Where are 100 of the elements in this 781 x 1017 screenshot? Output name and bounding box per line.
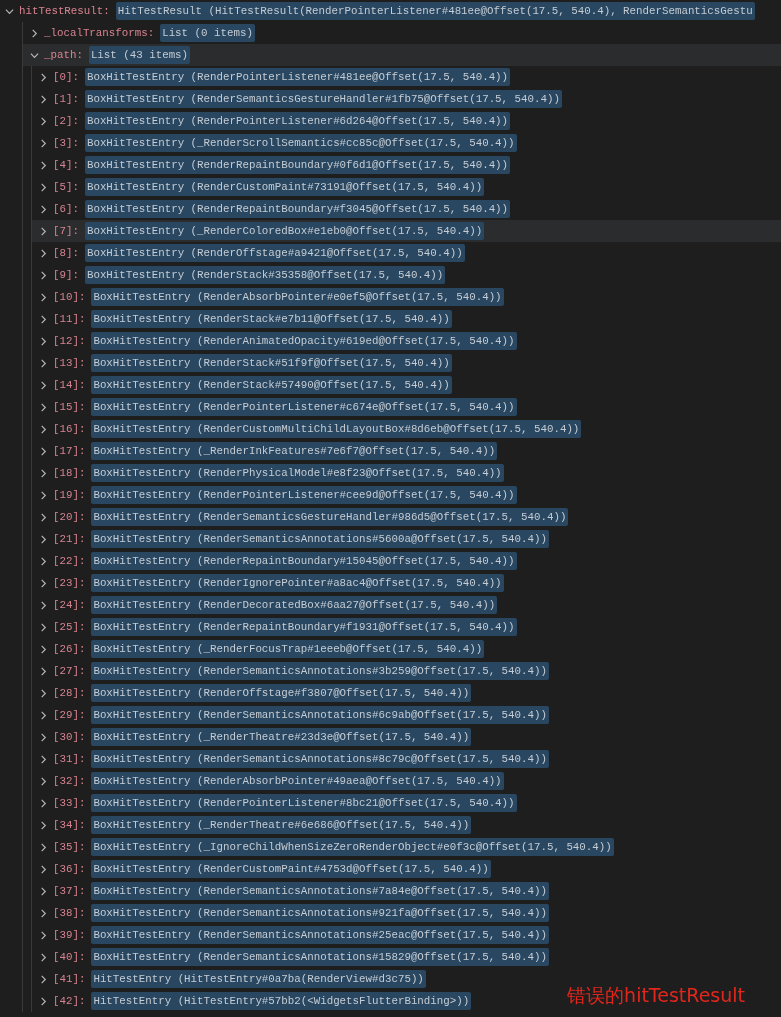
chevron-right-icon[interactable] bbox=[39, 732, 48, 742]
tree-row[interactable]: [21]: BoxHitTestEntry (RenderSemanticsAnnotations#5600a@Offset(17.5, 540.4)) bbox=[32, 528, 549, 550]
tree-row[interactable]: [5]: BoxHitTestEntry (RenderCustomPaint#73191@Offset(17.5, 540.4)) bbox=[32, 176, 485, 198]
chevron-right-icon[interactable] bbox=[39, 710, 48, 720]
tree-row[interactable]: [11]: BoxHitTestEntry (RenderStack#e7b11@Offset(17.5, 540.4)) bbox=[32, 308, 452, 330]
tree-row[interactable]: [10]: BoxHitTestEntry (RenderAbsorbPointer#e0ef5@Offset(17.5, 540.4)) bbox=[32, 286, 504, 308]
tree-row[interactable]: [16]: BoxHitTestEntry (RenderCustomMultiChildLayoutBox#8d6eb@Offset(17.5, 540.4)) bbox=[32, 418, 582, 440]
tree-row[interactable]: [6]: BoxHitTestEntry (RenderRepaintBoundary#f3045@Offset(17.5, 540.4)) bbox=[32, 198, 511, 220]
variable-value: BoxHitTestEntry (RenderSemanticsAnnotations#921fa@Offset(17.5, 540.4)) bbox=[91, 903, 549, 923]
chevron-right-icon[interactable] bbox=[39, 864, 48, 874]
variable-name: [21]: bbox=[53, 531, 86, 547]
chevron-right-icon[interactable] bbox=[39, 270, 48, 280]
tree-row[interactable]: [15]: BoxHitTestEntry (RenderPointerListener#c674e@Offset(17.5, 540.4)) bbox=[32, 396, 517, 418]
tree-row[interactable]: [25]: BoxHitTestEntry (RenderRepaintBoundary#f1931@Offset(17.5, 540.4)) bbox=[32, 616, 517, 638]
chevron-right-icon[interactable] bbox=[39, 820, 48, 830]
tree-row[interactable]: [39]: BoxHitTestEntry (RenderSemanticsAnnotations#25eac@Offset(17.5, 540.4)) bbox=[32, 924, 549, 946]
tree-row[interactable]: [22]: BoxHitTestEntry (RenderRepaintBoundary#15045@Offset(17.5, 540.4)) bbox=[32, 550, 517, 572]
chevron-right-icon[interactable] bbox=[39, 886, 48, 896]
tree-row[interactable]: [23]: BoxHitTestEntry (RenderIgnorePointer#a8ac4@Offset(17.5, 540.4)) bbox=[32, 572, 504, 594]
tree-row[interactable]: [24]: BoxHitTestEntry (RenderDecoratedBox#6aa27@Offset(17.5, 540.4)) bbox=[32, 594, 498, 616]
tree-row[interactable]: [31]: BoxHitTestEntry (RenderSemanticsAnnotations#8c79c@Offset(17.5, 540.4)) bbox=[32, 748, 549, 770]
tree-row[interactable]: _localTransforms: List (0 items) bbox=[23, 22, 255, 44]
tree-row[interactable]: [38]: BoxHitTestEntry (RenderSemanticsAnnotations#921fa@Offset(17.5, 540.4)) bbox=[32, 902, 549, 924]
tree-row[interactable]: [3]: BoxHitTestEntry (_RenderScrollSemantics#cc85c@Offset(17.5, 540.4)) bbox=[32, 132, 517, 154]
tree-row[interactable]: [33]: BoxHitTestEntry (RenderPointerListener#8bc21@Offset(17.5, 540.4)) bbox=[32, 792, 517, 814]
tree-row[interactable]: [19]: BoxHitTestEntry (RenderPointerListener#cee9d@Offset(17.5, 540.4)) bbox=[32, 484, 517, 506]
tree-row[interactable]: [1]: BoxHitTestEntry (RenderSemanticsGestureHandler#1fb75@Offset(17.5, 540.4)) bbox=[32, 88, 562, 110]
chevron-right-icon[interactable] bbox=[39, 358, 48, 368]
tree-row[interactable]: _path: List (43 items) bbox=[23, 44, 781, 66]
chevron-right-icon[interactable] bbox=[39, 204, 48, 214]
chevron-right-icon[interactable] bbox=[39, 402, 48, 412]
chevron-right-icon[interactable] bbox=[39, 512, 48, 522]
variable-name: [39]: bbox=[53, 927, 86, 943]
tree-row[interactable]: [27]: BoxHitTestEntry (RenderSemanticsAnnotations#3b259@Offset(17.5, 540.4)) bbox=[32, 660, 549, 682]
chevron-right-icon[interactable] bbox=[39, 644, 48, 654]
chevron-right-icon[interactable] bbox=[30, 28, 39, 38]
tree-row[interactable]: [8]: BoxHitTestEntry (RenderOffstage#a9421@Offset(17.5, 540.4)) bbox=[32, 242, 465, 264]
chevron-right-icon[interactable] bbox=[39, 248, 48, 258]
tree-row[interactable]: [29]: BoxHitTestEntry (RenderSemanticsAnnotations#6c9ab@Offset(17.5, 540.4)) bbox=[32, 704, 549, 726]
chevron-right-icon[interactable] bbox=[39, 446, 48, 456]
chevron-right-icon[interactable] bbox=[39, 292, 48, 302]
chevron-right-icon[interactable] bbox=[39, 622, 48, 632]
chevron-right-icon[interactable] bbox=[39, 600, 48, 610]
chevron-down-icon[interactable] bbox=[30, 50, 39, 60]
tree-row[interactable]: [32]: BoxHitTestEntry (RenderAbsorbPointer#49aea@Offset(17.5, 540.4)) bbox=[32, 770, 504, 792]
chevron-right-icon[interactable] bbox=[39, 160, 48, 170]
tree-row[interactable]: [14]: BoxHitTestEntry (RenderStack#57490@Offset(17.5, 540.4)) bbox=[32, 374, 452, 396]
chevron-right-icon[interactable] bbox=[39, 776, 48, 786]
tree-row[interactable]: [12]: BoxHitTestEntry (RenderAnimatedOpacity#619ed@Offset(17.5, 540.4)) bbox=[32, 330, 517, 352]
tree-row[interactable]: [2]: BoxHitTestEntry (RenderPointerListener#6d264@Offset(17.5, 540.4)) bbox=[32, 110, 511, 132]
chevron-right-icon[interactable] bbox=[39, 842, 48, 852]
tree-row[interactable]: [40]: BoxHitTestEntry (RenderSemanticsAnnotations#15829@Offset(17.5, 540.4)) bbox=[32, 946, 549, 968]
tree-row[interactable]: [41]: HitTestEntry (HitTestEntry#0a7ba(RenderView#d3c75)) bbox=[32, 968, 426, 990]
chevron-right-icon[interactable] bbox=[39, 556, 48, 566]
chevron-right-icon[interactable] bbox=[39, 798, 48, 808]
tree-row[interactable]: [28]: BoxHitTestEntry (RenderOffstage#f3807@Offset(17.5, 540.4)) bbox=[32, 682, 472, 704]
tree-row[interactable]: [34]: BoxHitTestEntry (_RenderTheatre#6e686@Offset(17.5, 540.4)) bbox=[32, 814, 472, 836]
tree-row[interactable]: [18]: BoxHitTestEntry (RenderPhysicalModel#e8f23@Offset(17.5, 540.4)) bbox=[32, 462, 504, 484]
chevron-right-icon[interactable] bbox=[39, 94, 48, 104]
chevron-right-icon[interactable] bbox=[39, 996, 48, 1006]
chevron-right-icon[interactable] bbox=[39, 688, 48, 698]
chevron-right-icon[interactable] bbox=[39, 116, 48, 126]
chevron-right-icon[interactable] bbox=[39, 908, 48, 918]
tree-row[interactable]: [17]: BoxHitTestEntry (_RenderInkFeatures#7e6f7@Offset(17.5, 540.4)) bbox=[32, 440, 498, 462]
chevron-right-icon[interactable] bbox=[39, 490, 48, 500]
tree-row[interactable]: [26]: BoxHitTestEntry (_RenderFocusTrap#1eeeb@Offset(17.5, 540.4)) bbox=[32, 638, 485, 660]
tree-row[interactable]: [36]: BoxHitTestEntry (RenderCustomPaint#4753d@Offset(17.5, 540.4)) bbox=[32, 858, 491, 880]
tree-row[interactable]: [30]: BoxHitTestEntry (_RenderTheatre#23d3e@Offset(17.5, 540.4)) bbox=[32, 726, 472, 748]
chevron-down-icon[interactable] bbox=[5, 6, 14, 16]
chevron-right-icon[interactable] bbox=[39, 952, 48, 962]
chevron-right-icon[interactable] bbox=[39, 930, 48, 940]
tree-row[interactable]: [20]: BoxHitTestEntry (RenderSemanticsGestureHandler#986d5@Offset(17.5, 540.4)) bbox=[32, 506, 569, 528]
tree-row[interactable]: [37]: BoxHitTestEntry (RenderSemanticsAnnotations#7a84e@Offset(17.5, 540.4)) bbox=[32, 880, 549, 902]
chevron-right-icon[interactable] bbox=[39, 754, 48, 764]
tree-row[interactable]: [42]: HitTestEntry (HitTestEntry#57bb2(<WidgetsFlutterBinding>)) bbox=[32, 990, 472, 1012]
chevron-right-icon[interactable] bbox=[39, 336, 48, 346]
tree-row[interactable]: [7]: BoxHitTestEntry (_RenderColoredBox#e1eb0@Offset(17.5, 540.4)) bbox=[32, 220, 781, 242]
tree-row[interactable]: [0]: BoxHitTestEntry (RenderPointerListener#481ee@Offset(17.5, 540.4)) bbox=[32, 66, 511, 88]
tree-row[interactable]: [13]: BoxHitTestEntry (RenderStack#51f9f@Offset(17.5, 540.4)) bbox=[32, 352, 452, 374]
chevron-right-icon[interactable] bbox=[39, 226, 48, 236]
chevron-right-icon[interactable] bbox=[39, 138, 48, 148]
chevron-right-icon[interactable] bbox=[39, 182, 48, 192]
tree-row[interactable]: [9]: BoxHitTestEntry (RenderStack#35358@Offset(17.5, 540.4)) bbox=[32, 264, 446, 286]
chevron-right-icon[interactable] bbox=[39, 380, 48, 390]
chevron-right-icon[interactable] bbox=[39, 468, 48, 478]
tree-row[interactable]: [35]: BoxHitTestEntry (_IgnoreChildWhenSizeZeroRenderObject#e0f3c@Offset(17.5, 540.4)) bbox=[32, 836, 614, 858]
tree-row[interactable]: hitTestResult: HitTestResult (HitTestResult(RenderPointerListener#481ee@Offset(17.5, 540.4), RenderSemanticsGestu bbox=[0, 0, 755, 22]
chevron-right-icon[interactable] bbox=[39, 534, 48, 544]
chevron-right-icon[interactable] bbox=[39, 72, 48, 82]
chevron-right-icon[interactable] bbox=[39, 974, 48, 984]
variable-value: BoxHitTestEntry (RenderCustomPaint#4753d@Offset(17.5, 540.4)) bbox=[91, 859, 491, 879]
variable-value: List (43 items) bbox=[88, 45, 191, 65]
chevron-right-icon[interactable] bbox=[39, 666, 48, 676]
variable-value: BoxHitTestEntry (RenderStack#57490@Offset(17.5, 540.4)) bbox=[91, 375, 452, 395]
tree-row[interactable]: [4]: BoxHitTestEntry (RenderRepaintBoundary#0f6d1@Offset(17.5, 540.4)) bbox=[32, 154, 511, 176]
variable-value: BoxHitTestEntry (RenderSemanticsAnnotations#25eac@Offset(17.5, 540.4)) bbox=[91, 925, 549, 945]
chevron-right-icon[interactable] bbox=[39, 578, 48, 588]
chevron-right-icon[interactable] bbox=[39, 424, 48, 434]
variable-name: [24]: bbox=[53, 597, 86, 613]
chevron-right-icon[interactable] bbox=[39, 314, 48, 324]
